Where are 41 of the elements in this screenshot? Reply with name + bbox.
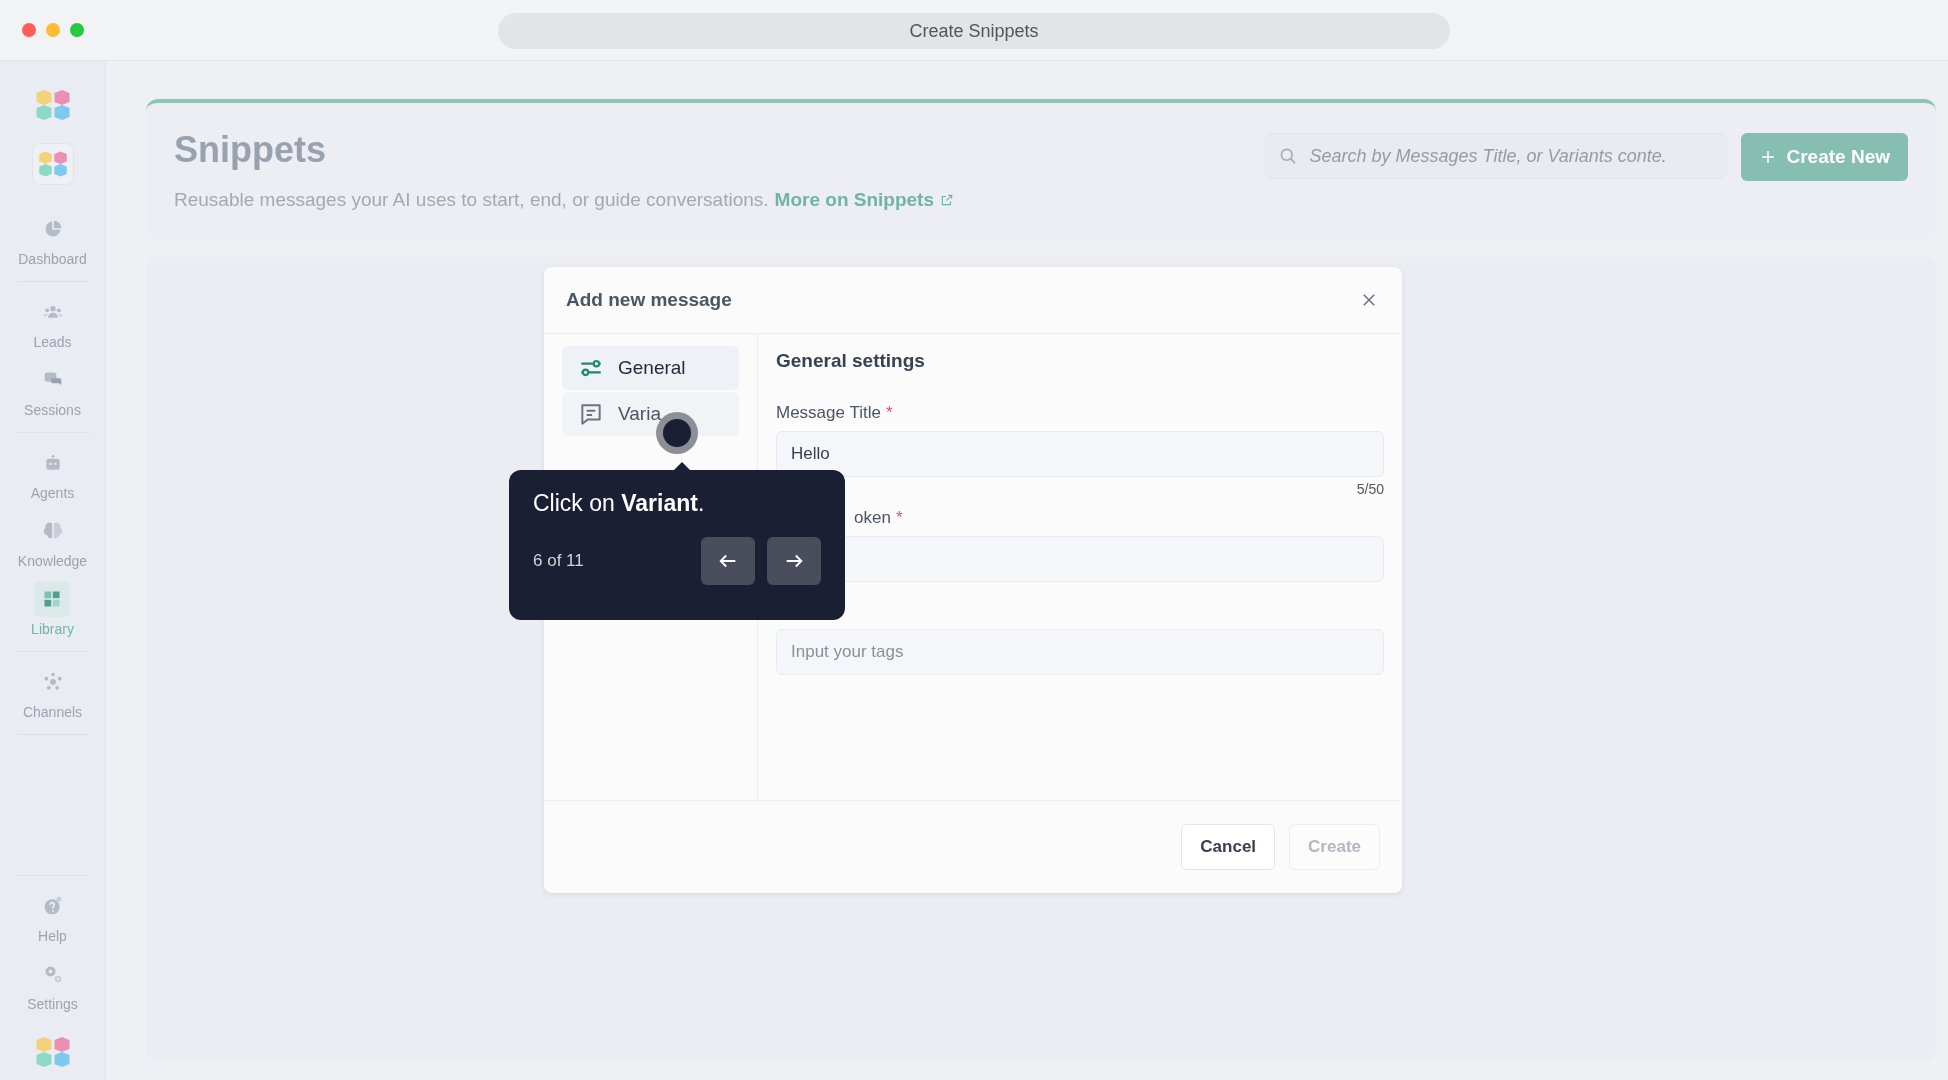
nav-item[interactable]: Dashboard <box>18 211 87 267</box>
grid-icon <box>42 589 63 609</box>
page-description: Reusable messages your AI uses to start, end, or guide conversations. <box>174 189 769 210</box>
page-title: Snippets <box>174 129 327 171</box>
logo-icon <box>37 149 68 179</box>
logo-icon <box>34 87 71 123</box>
section-title: General settings <box>776 350 926 372</box>
required-mark: * <box>895 508 903 527</box>
logo-icon <box>34 1034 71 1070</box>
input-field[interactable]: Hello <box>776 431 1384 477</box>
message-icon <box>578 401 604 427</box>
step-counter: 6 of 11 <box>533 551 584 571</box>
tour-instruction: Click on Variant. <box>533 490 706 517</box>
required-mark: * <box>885 403 893 422</box>
brain-icon <box>42 521 63 541</box>
close-icon <box>1360 291 1378 309</box>
search-field[interactable]: Search by Messages Title, or Variants conte. <box>1264 133 1727 179</box>
field-label: Message Title <box>776 403 881 422</box>
next-button[interactable] <box>767 537 821 585</box>
previous-button[interactable] <box>701 537 755 585</box>
nav-item[interactable]: Sessions <box>24 362 81 418</box>
character-counter: 5/50 <box>1355 481 1384 497</box>
nav-item[interactable]: Help <box>34 888 71 944</box>
nav-item[interactable]: Settings <box>27 956 78 1012</box>
nodes-icon <box>42 672 63 692</box>
field-label: oken <box>854 508 891 527</box>
dialog-tab[interactable]: General <box>562 346 739 390</box>
cancel-button[interactable]: Cancel <box>1181 824 1276 870</box>
dialog-title: Add new message <box>566 289 732 311</box>
help-icon <box>42 896 63 916</box>
docs-link[interactable]: More on Snippets <box>774 189 954 210</box>
create-new-button[interactable]: Create New <box>1740 133 1908 181</box>
dialog-tab[interactable]: Varia <box>562 392 739 436</box>
close-button[interactable] <box>22 23 36 37</box>
input-field[interactable]: Input your tags <box>776 629 1384 675</box>
nav-item[interactable]: Agents <box>30 445 75 501</box>
external-link-icon <box>940 193 954 207</box>
window-title: Create Snippets <box>498 13 1450 49</box>
nav-item[interactable]: Leads <box>33 294 72 350</box>
nav-item[interactable]: Channels <box>22 664 83 720</box>
nav-item[interactable]: Knowledge <box>17 513 88 569</box>
